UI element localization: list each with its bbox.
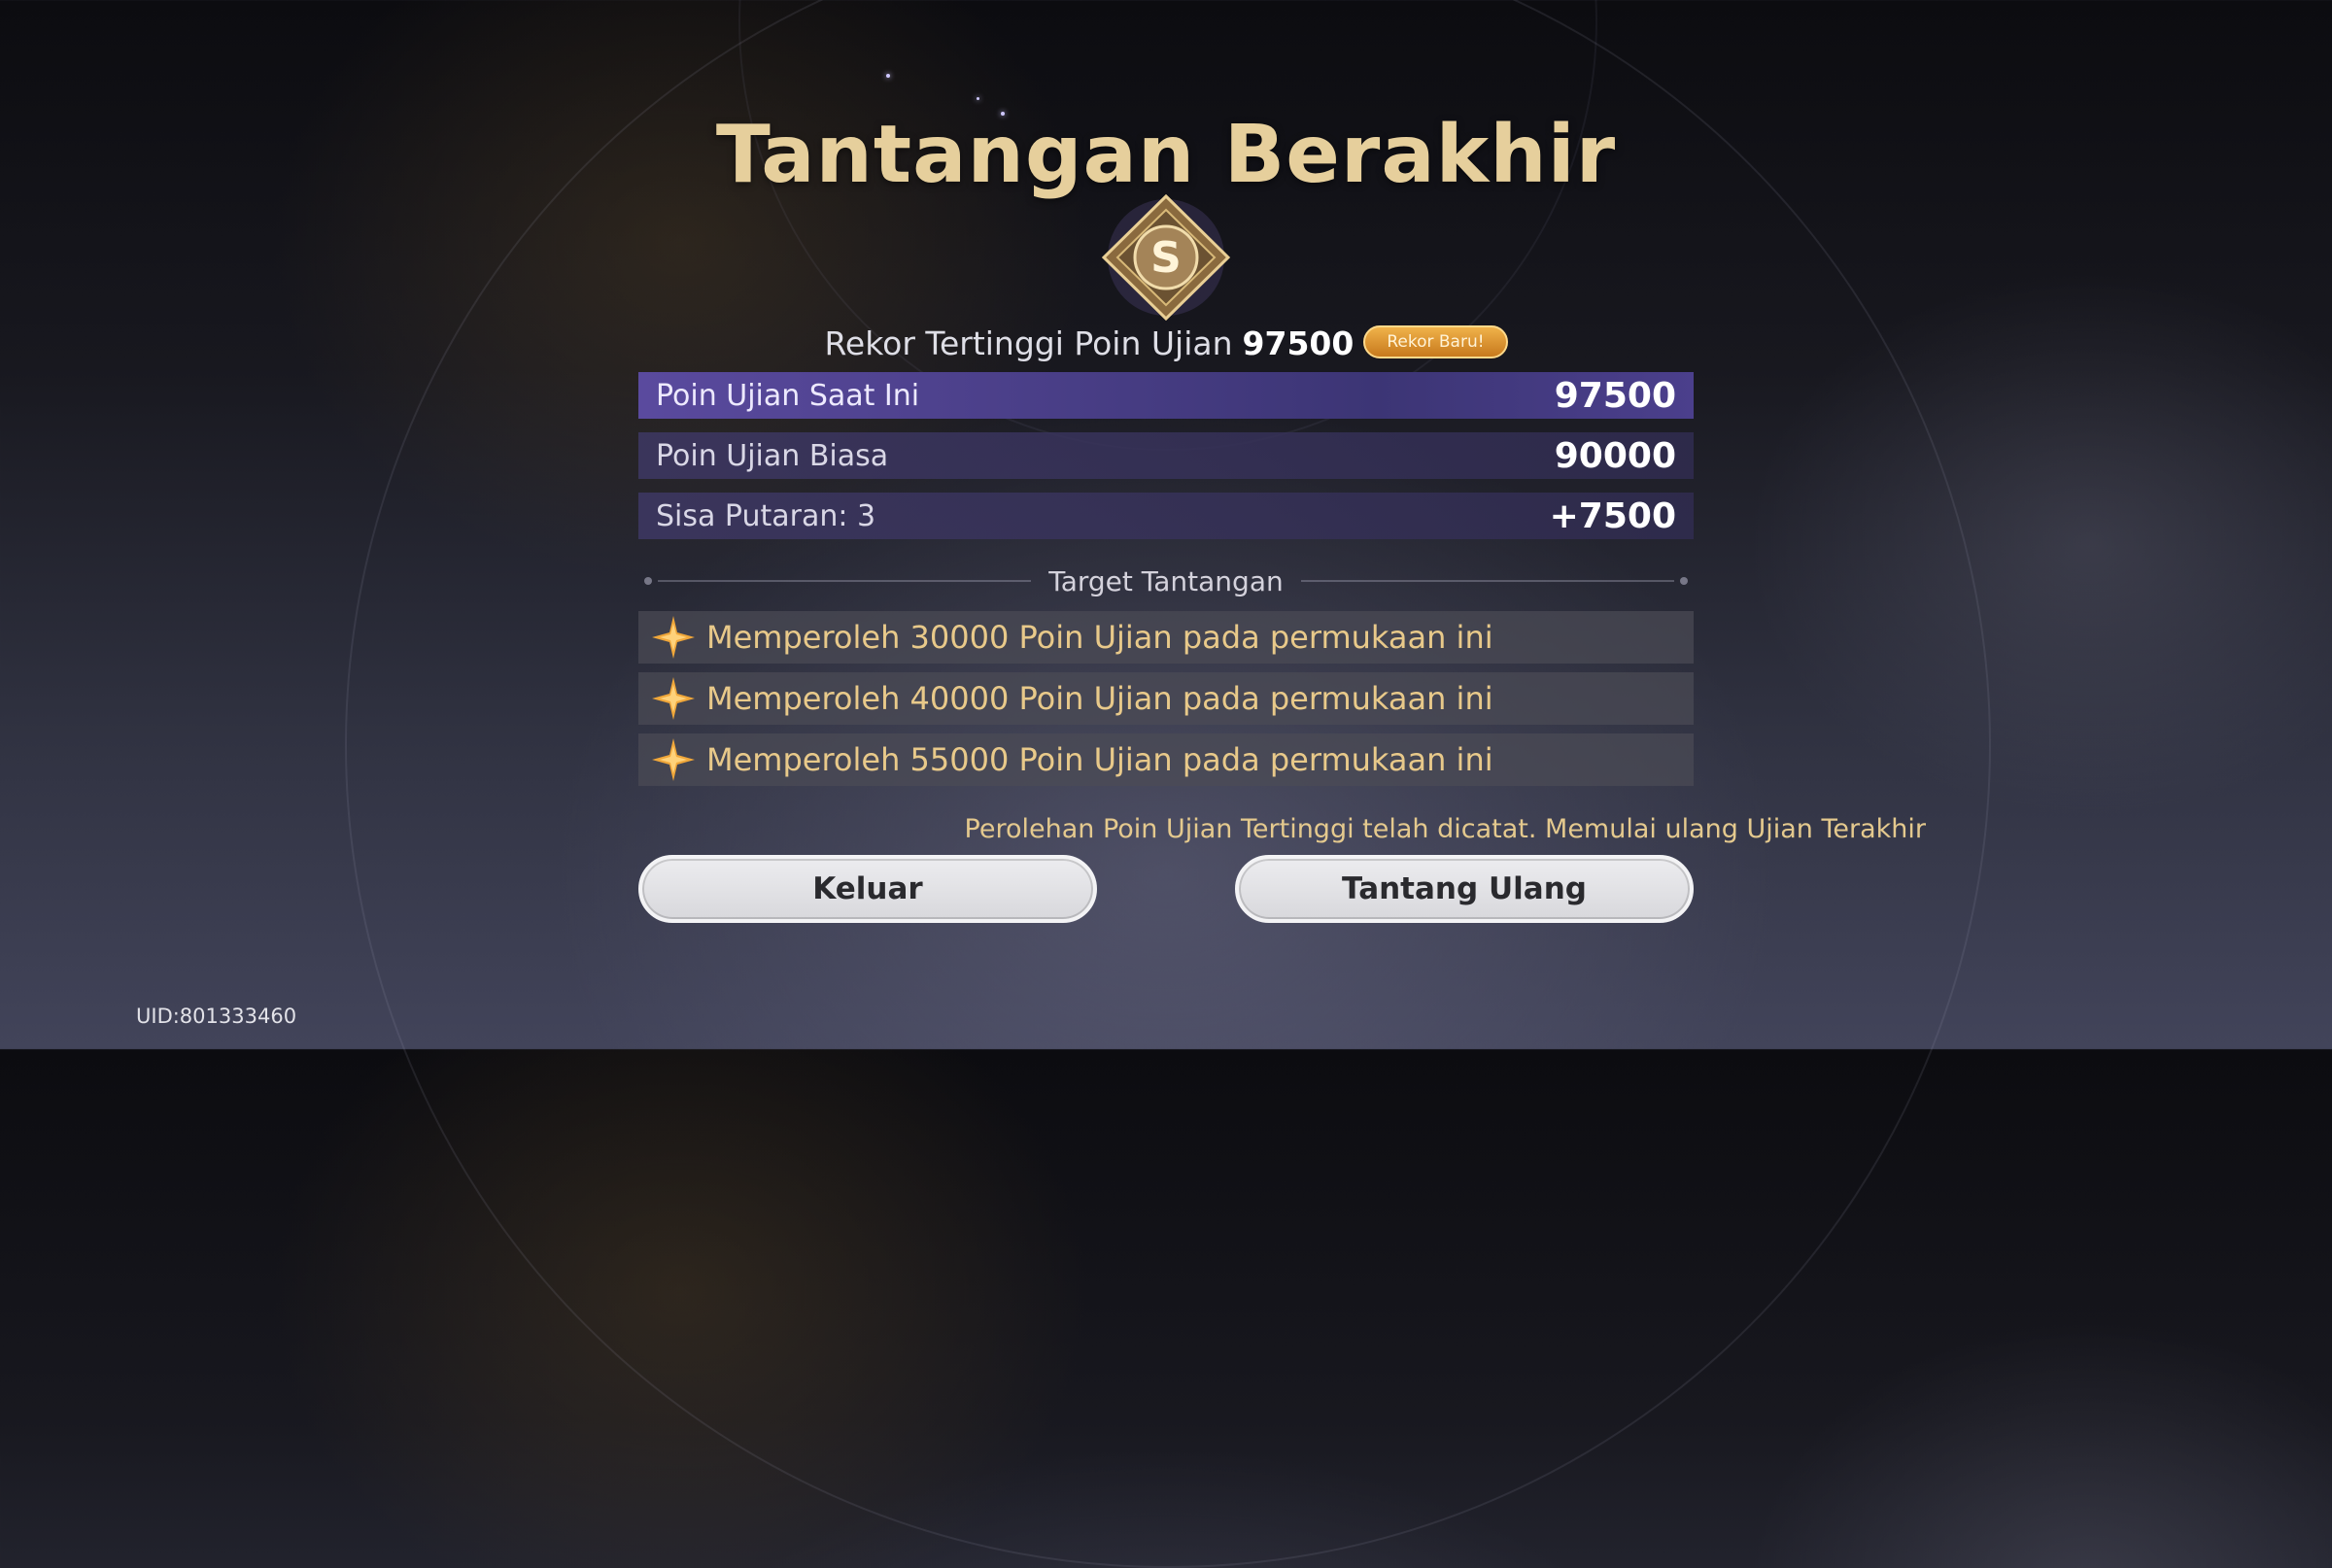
targets-divider: Target Tantangan xyxy=(638,563,1694,598)
star-icon xyxy=(652,677,695,720)
score-row-current: Poin Ujian Saat Ini 97500 xyxy=(638,372,1694,419)
score-value: +7500 xyxy=(1549,495,1676,536)
page-title: Tantangan Berakhir xyxy=(715,109,1617,201)
exit-button[interactable]: Keluar xyxy=(638,855,1097,923)
record-label: Rekor Tertinggi Poin Ujian xyxy=(824,324,1233,362)
target-text: Memperoleh 40000 Poin Ujian pada permuka… xyxy=(706,680,1493,717)
rank-emblem-icon: S xyxy=(1092,193,1240,322)
divider-line xyxy=(1300,580,1674,582)
star-icon xyxy=(652,738,695,781)
target-item: Memperoleh 30000 Poin Ujian pada permuka… xyxy=(638,611,1694,664)
divider-line xyxy=(658,580,1032,582)
target-item: Memperoleh 40000 Poin Ujian pada permuka… xyxy=(638,672,1694,725)
target-text: Memperoleh 30000 Poin Ujian pada permuka… xyxy=(706,619,1493,656)
star-icon xyxy=(652,616,695,659)
retry-button[interactable]: Tantang Ulang xyxy=(1235,855,1694,923)
sparkle xyxy=(977,97,979,100)
best-record-line: Rekor Tertinggi Poin Ujian 97500 Rekor Bar… xyxy=(0,324,2332,362)
score-label: Poin Ujian Biasa xyxy=(656,438,889,473)
score-value: 97500 xyxy=(1554,375,1676,416)
divider-dot xyxy=(644,577,652,585)
score-row-remaining-rounds: Sisa Putaran: 3 +7500 xyxy=(638,493,1694,539)
score-row-normal: Poin Ujian Biasa 90000 xyxy=(638,432,1694,479)
score-label: Sisa Putaran: 3 xyxy=(656,498,876,533)
divider-dot xyxy=(1680,577,1688,585)
record-saved-notice: Perolehan Poin Ujian Tertinggi telah dic… xyxy=(964,814,1926,844)
target-text: Memperoleh 55000 Poin Ujian pada permuka… xyxy=(706,741,1493,778)
target-item: Memperoleh 55000 Poin Ujian pada permuka… xyxy=(638,733,1694,786)
targets-heading: Target Tantangan xyxy=(1048,564,1284,597)
new-record-badge: Rekor Baru! xyxy=(1363,324,1508,358)
score-value: 90000 xyxy=(1554,435,1676,476)
rank-letter: S xyxy=(1150,233,1182,283)
record-value: 97500 xyxy=(1242,324,1355,362)
sparkle xyxy=(886,74,890,78)
user-id: UID:801333460 xyxy=(136,1005,297,1028)
score-label: Poin Ujian Saat Ini xyxy=(656,378,920,413)
